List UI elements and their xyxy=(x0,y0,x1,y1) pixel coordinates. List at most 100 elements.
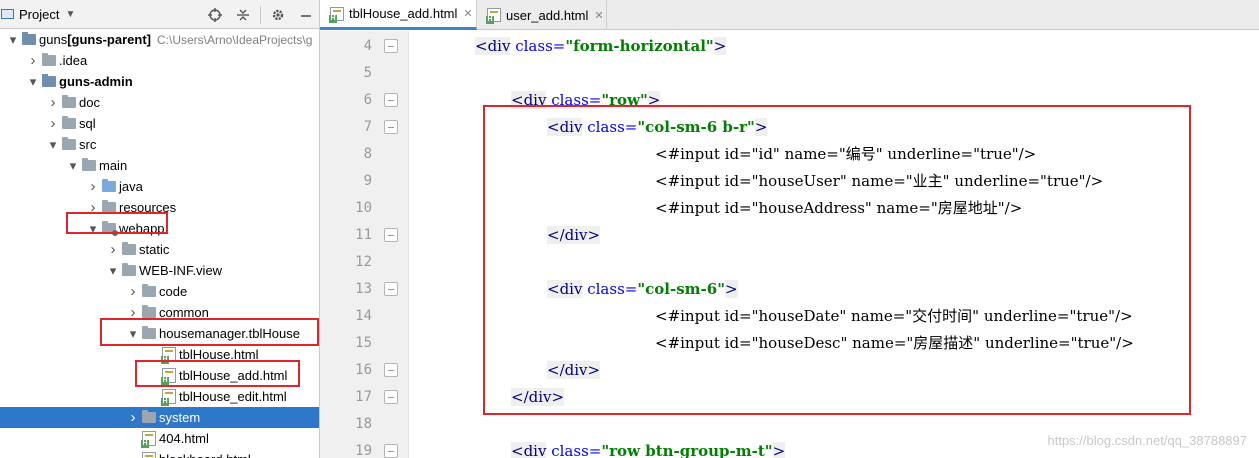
close-icon[interactable]: ✕ xyxy=(463,7,472,20)
tree-item-label: java xyxy=(119,179,143,194)
tab-tblhouse-add[interactable]: tblHouse_add.html ✕ xyxy=(320,0,477,30)
project-panel-header: Project ▼ xyxy=(0,0,319,29)
chevron-right-icon[interactable]: › xyxy=(46,115,60,132)
tree-item-label: doc xyxy=(79,95,100,110)
tree-item-guns-admin[interactable]: ▾ guns-admin xyxy=(0,71,319,92)
tree-item-label: guns-admin xyxy=(59,74,133,89)
folder-icon xyxy=(122,242,136,255)
target-icon[interactable] xyxy=(201,0,229,29)
html-file-icon xyxy=(141,431,156,448)
tree-item-label: 404.html xyxy=(159,431,209,446)
module-path: C:\Users\Arno\IdeaProjects\g xyxy=(156,32,313,47)
editor-tab-bar: tblHouse_add.html ✕ user_add.html ✕ xyxy=(320,0,1259,30)
toolbar-divider xyxy=(260,5,261,24)
tree-item-label: main xyxy=(99,158,128,173)
chevron-right-icon[interactable]: › xyxy=(26,52,40,69)
line-number: 9 xyxy=(363,173,372,189)
folder-icon xyxy=(62,95,76,108)
highlight-housemanager xyxy=(100,318,319,346)
fold-marker-icon[interactable] xyxy=(384,363,398,377)
chevron-down-icon[interactable]: ▾ xyxy=(66,158,80,174)
tree-item-label: tblHouse_edit.html xyxy=(179,389,287,404)
highlight-webapp xyxy=(66,212,168,234)
line-number: 7 xyxy=(363,119,372,135)
code-line[interactable]: <div class="row btn-group-m-t"> xyxy=(511,438,786,458)
tree-item-guns[interactable]: ▾ guns [guns-parent] C:\Users\Arno\IdeaPro… xyxy=(0,29,319,50)
html-file-icon xyxy=(486,8,501,24)
html-file-icon xyxy=(329,6,344,23)
chevron-down-icon[interactable]: ▾ xyxy=(6,32,20,48)
line-number: 12 xyxy=(355,254,372,270)
chevron-down-icon[interactable]: ▾ xyxy=(46,137,60,153)
chevron-right-icon[interactable]: › xyxy=(106,241,120,258)
tree-item-sql[interactable]: › sql xyxy=(0,113,319,134)
chevron-down-icon[interactable]: ▾ xyxy=(106,263,120,279)
tree-item-label: system xyxy=(159,410,201,425)
tree-item-java[interactable]: › java xyxy=(0,176,319,197)
tree-item-blackboard-html[interactable]: blackboard.html xyxy=(0,449,319,458)
project-panel-tools xyxy=(201,0,319,29)
fold-marker-icon[interactable] xyxy=(384,444,398,458)
chevron-down-icon[interactable]: ▾ xyxy=(26,74,40,90)
folder-icon xyxy=(42,53,56,66)
tree-item-label: blackboard.html xyxy=(159,452,251,458)
line-number-gutter: 4 5 6 7 8 9 10 11 12 13 14 15 16 17 18 19 xyxy=(320,31,408,458)
folder-icon xyxy=(62,137,76,150)
highlight-code-block xyxy=(483,105,1191,415)
fold-marker-icon[interactable] xyxy=(384,390,398,404)
tree-item--idea[interactable]: › .idea xyxy=(0,50,319,71)
tab-user-add[interactable]: user_add.html ✕ xyxy=(477,0,607,30)
fold-marker-icon[interactable] xyxy=(384,282,398,296)
tree-item-label: sql xyxy=(79,116,96,131)
watermark: https://blog.csdn.net/qq_38788897 xyxy=(1047,433,1248,448)
tree-item-tblhouse-edit-html[interactable]: tblHouse_edit.html xyxy=(0,386,319,407)
line-number: 17 xyxy=(355,389,372,405)
collapse-icon[interactable] xyxy=(229,0,257,29)
project-folder-icon xyxy=(1,9,14,19)
tree-item-main[interactable]: ▾ main xyxy=(0,155,319,176)
line-number: 5 xyxy=(363,65,372,81)
close-icon[interactable]: ✕ xyxy=(594,9,603,22)
tree-item-src[interactable]: ▾ src xyxy=(0,134,319,155)
tree-item-doc[interactable]: › doc xyxy=(0,92,319,113)
chevron-right-icon[interactable]: › xyxy=(86,178,100,195)
highlight-tblhouse-add xyxy=(135,360,300,387)
tree-item-label: src xyxy=(79,137,97,152)
tree-item-static[interactable]: › static xyxy=(0,239,319,260)
tree-item-system[interactable]: › system xyxy=(0,407,319,428)
tree-item-web-inf-view[interactable]: ▾ WEB-INF.view xyxy=(0,260,319,281)
chevron-right-icon[interactable]: › xyxy=(46,94,60,111)
line-number: 6 xyxy=(363,92,372,108)
minimize-icon[interactable] xyxy=(292,0,319,29)
gear-icon[interactable] xyxy=(264,0,292,29)
folder-icon xyxy=(82,158,96,171)
tab-label: tblHouse_add.html xyxy=(349,6,458,21)
html-file-icon xyxy=(161,389,176,406)
fold-marker-icon[interactable] xyxy=(384,93,398,107)
fold-marker-icon[interactable] xyxy=(384,39,398,53)
line-number: 4 xyxy=(363,38,372,54)
tree-item-404-html[interactable]: 404.html xyxy=(0,428,319,449)
code-line[interactable]: <div class="form-horizontal"> xyxy=(475,33,727,60)
tree-item-label: static xyxy=(139,242,170,257)
chevron-right-icon[interactable]: › xyxy=(126,409,140,426)
line-number: 14 xyxy=(355,308,372,324)
module-icon xyxy=(22,32,36,45)
tree-item-label: .idea xyxy=(59,53,88,68)
folder-icon xyxy=(142,305,156,318)
chevron-right-icon[interactable]: › xyxy=(126,283,140,300)
source-folder-icon xyxy=(102,179,116,192)
module-parent-name: [guns-parent] xyxy=(67,32,151,47)
tree-item-label: code xyxy=(159,284,188,299)
project-view-selector[interactable]: Project ▼ xyxy=(0,0,75,29)
tree-item-label: guns xyxy=(39,32,68,47)
editor: tblHouse_add.html ✕ user_add.html ✕ 4 5 6 7… xyxy=(320,0,1259,458)
project-title: Project xyxy=(19,6,60,22)
tree-item-code[interactable]: › code xyxy=(0,281,319,302)
project-panel: Project ▼ ▾ guns [guns-parent] C:\Users\Ar… xyxy=(0,0,320,458)
line-number: 19 xyxy=(355,443,372,458)
chevron-down-icon[interactable]: ▼ xyxy=(65,9,75,20)
html-file-icon xyxy=(142,452,156,458)
fold-marker-icon[interactable] xyxy=(384,228,398,242)
fold-marker-icon[interactable] xyxy=(384,120,398,134)
